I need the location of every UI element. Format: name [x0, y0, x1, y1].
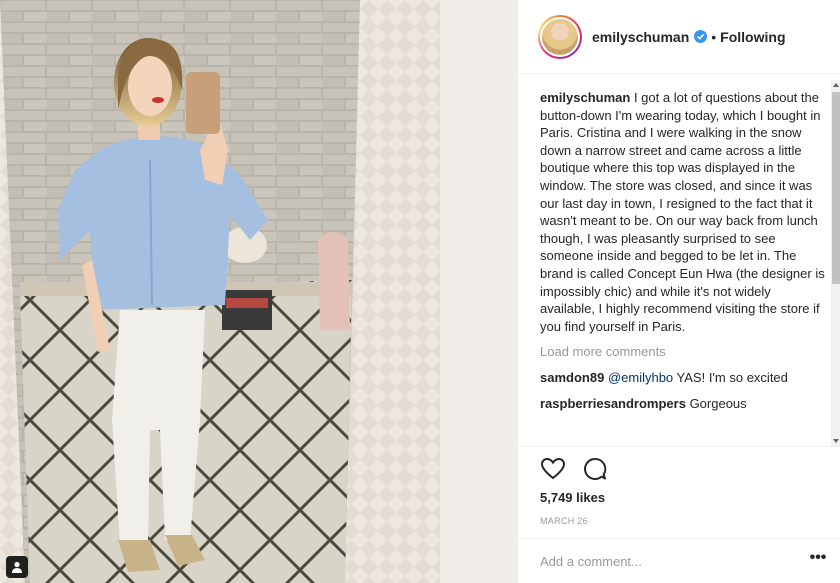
- post-date: MARCH 26: [540, 516, 588, 526]
- avatar[interactable]: [538, 14, 582, 59]
- add-comment-bar: •••: [518, 538, 840, 583]
- comment-username[interactable]: raspberriesandrompers: [540, 396, 686, 411]
- post-header: emilyschuman • Following: [518, 0, 840, 74]
- comment-username[interactable]: samdon89: [540, 370, 604, 385]
- comment-text: Gorgeous: [685, 395, 747, 411]
- user-tag-icon[interactable]: [6, 556, 28, 578]
- following-button[interactable]: Following: [720, 29, 785, 45]
- action-bar: [540, 456, 608, 482]
- likes-count[interactable]: 5,749 likes: [540, 490, 605, 505]
- caption-username[interactable]: emilyschuman: [540, 90, 630, 105]
- more-options-icon[interactable]: •••: [808, 550, 828, 571]
- scroll-up-arrow-icon[interactable]: [831, 80, 840, 90]
- comment-bubble-icon[interactable]: [582, 456, 608, 482]
- comments-scrollbar[interactable]: [831, 80, 840, 446]
- comment-item: raspberriesandrompers Gorgeous: [540, 395, 826, 413]
- comment-item: samdon89 @emilyhbo YAS! I'm so excited: [540, 369, 826, 387]
- author-username[interactable]: emilyschuman: [592, 29, 689, 45]
- actions-divider: [518, 446, 840, 447]
- comment-text: YAS! I'm so excited: [673, 369, 788, 385]
- scrollbar-thumb[interactable]: [832, 92, 840, 284]
- avatar-image: [542, 18, 578, 55]
- comment-mention[interactable]: @emilyhbo: [608, 370, 673, 385]
- add-comment-input[interactable]: [540, 551, 780, 571]
- verified-badge-icon: [694, 30, 708, 43]
- post-caption: emilyschuman I got a lot of questions ab…: [540, 89, 826, 335]
- comments-list: emilyschuman I got a lot of questions ab…: [540, 89, 826, 445]
- caption-text: I got a lot of questions about the butto…: [540, 90, 825, 334]
- post-photo: [0, 0, 517, 583]
- header-separator: •: [711, 28, 717, 45]
- post-details-pane: emilyschuman • Following emilyschuman I …: [517, 0, 840, 583]
- heart-icon[interactable]: [540, 456, 566, 482]
- mirror-selfie-image: [0, 0, 517, 583]
- scroll-down-arrow-icon[interactable]: [831, 436, 840, 446]
- load-more-comments-link[interactable]: Load more comments: [540, 343, 826, 361]
